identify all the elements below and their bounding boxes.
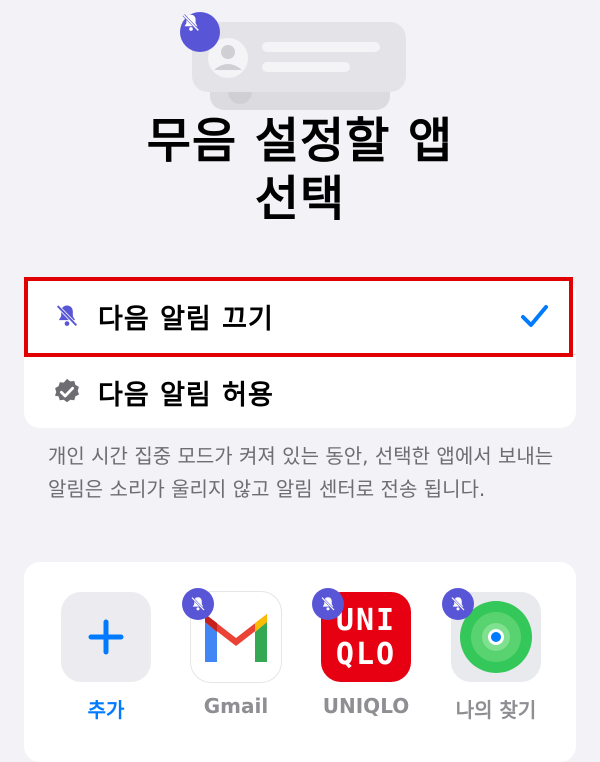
page-title: 무음 설정할 앱 선택 xyxy=(0,112,600,228)
notification-options: 다음 알림 끄기 다음 알림 허용 xyxy=(24,278,576,428)
option-allow[interactable]: 다음 알림 허용 xyxy=(24,356,576,428)
bell-slash-icon xyxy=(182,588,214,620)
find-my-label: 나의 찾기 xyxy=(455,698,537,722)
header-illustration xyxy=(0,0,600,120)
verified-badge-icon xyxy=(52,377,82,407)
bell-slash-icon xyxy=(52,301,82,331)
divider xyxy=(52,354,576,355)
bell-slash-icon xyxy=(442,588,474,620)
description-text: 개인 시간 집중 모드가 켜져 있는 동안, 선택한 앱에서 보내는 알림은 소… xyxy=(48,444,554,501)
option-silence-label: 다음 알림 끄기 xyxy=(98,303,274,335)
bell-slash-icon xyxy=(312,588,344,620)
title-line-1: 무음 설정할 앱 xyxy=(146,113,454,169)
gmail-label: Gmail xyxy=(203,694,269,718)
add-app-button[interactable]: 추가 xyxy=(56,592,156,723)
add-tile xyxy=(61,592,151,682)
bell-slash-icon xyxy=(180,12,220,52)
checkmark-icon xyxy=(518,300,550,336)
title-line-2: 선택 xyxy=(254,171,346,227)
uniqlo-label: UNIQLO xyxy=(322,694,410,718)
option-allow-label: 다음 알림 허용 xyxy=(98,379,274,411)
apps-card: 추가 Gmail UNI QLO UNIQLO 나의 찾기 xyxy=(24,562,576,762)
plus-icon xyxy=(88,619,124,655)
option-silence[interactable]: 다음 알림 끄기 xyxy=(24,280,576,352)
uniqlo-logo-line-2: QLO xyxy=(335,637,397,672)
add-label: 추가 xyxy=(87,698,125,722)
